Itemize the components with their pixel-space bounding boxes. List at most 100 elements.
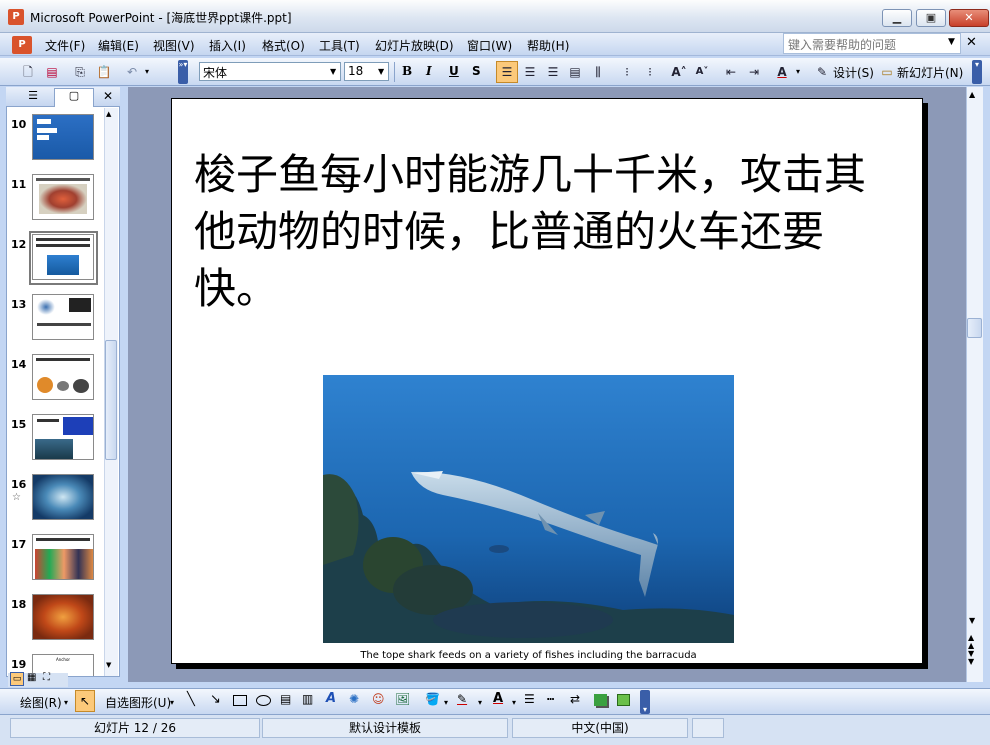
normal-view-icon[interactable]: ▭ [10,672,24,686]
slide-thumbnail-18[interactable] [32,594,94,640]
slide-canvas[interactable]: 梭子鱼每小时能游几十千米，攻击其他动物的时候，比普通的火车还要快。 The to… [171,98,923,664]
oval-icon[interactable] [256,695,271,706]
clipart-icon[interactable]: ☺ [372,692,385,706]
select-arrow-icon[interactable]: ↖ [75,690,95,712]
restore-button[interactable]: ▣ [916,9,946,27]
slide-sorter-icon[interactable]: ▦ [27,672,36,683]
fill-color-icon[interactable]: 🪣 [425,692,440,706]
slide-thumbnail-17[interactable] [32,534,94,580]
toolbar-overflow-icon[interactable]: »▾ [178,60,188,84]
menu-file[interactable]: 文件(F) [45,37,85,54]
numbering-icon[interactable]: ⁝ [619,64,635,80]
underline-button[interactable]: U [449,64,459,78]
slide-thumbnail-14[interactable] [32,354,94,400]
increase-indent-icon[interactable]: ⇥ [746,64,762,80]
autoshape-dropdown-icon[interactable]: ▾ [170,698,174,707]
thumbnails-scroll-thumb[interactable] [105,340,117,460]
design-button[interactable]: 设计(S) [833,64,874,81]
slide-thumbnail-10[interactable] [32,114,94,160]
toolbar-overflow-icon-2[interactable]: ▾ [972,60,982,84]
align-center-icon[interactable]: ☰ [522,64,538,80]
menu-edit[interactable]: 编辑(E) [98,37,139,54]
draw-menu-button[interactable]: 绘图(R) [20,694,62,711]
new-icon[interactable]: 🗋 [20,64,36,80]
menu-insert[interactable]: 插入(I) [209,37,246,54]
permission-icon[interactable]: ▤ [44,64,60,80]
line-color-dropdown-icon[interactable]: ▾ [478,698,482,707]
line-color-icon[interactable]: ✎ [457,692,467,706]
design-icon[interactable]: ✎ [814,64,830,80]
font-color-icon[interactable]: A [774,64,790,80]
scroll-up-icon[interactable]: ▲ [106,110,111,118]
new-slide-button[interactable]: 新幻灯片(N) [897,64,963,81]
menu-window[interactable]: 窗口(W) [467,37,512,54]
close-button[interactable]: ✕ [949,9,989,27]
help-search-input[interactable]: 键入需要帮助的问题 [783,33,961,54]
slide-scrollbar[interactable] [966,87,983,682]
diagram-icon[interactable]: ✺ [349,692,359,706]
font-name-select[interactable]: 宋体 [199,62,341,81]
decrease-font-icon[interactable]: A˅ [694,64,710,80]
bold-button[interactable]: B [402,64,412,78]
tab-slides[interactable]: ▢ [54,88,94,107]
slide-thumbnail-13[interactable] [32,294,94,340]
distribute-icon[interactable]: ⫼ [590,64,606,80]
drawbar-overflow-icon[interactable]: ▾ [640,690,650,714]
slide-scroll-thumb[interactable] [967,318,982,338]
size-dropdown-icon[interactable]: ▼ [378,67,384,76]
italic-button[interactable]: I [426,64,432,78]
scroll-down-icon[interactable]: ▼ [969,616,975,625]
scroll-up-icon[interactable]: ▲ [969,90,975,99]
panel-close-icon[interactable]: ✕ [103,89,113,103]
wordart-icon[interactable]: A [326,691,336,706]
font-color-draw-dropdown-icon[interactable]: ▾ [512,698,516,707]
3d-style-icon[interactable] [617,694,630,706]
textbox-icon[interactable]: ▤ [280,692,291,706]
increase-font-icon[interactable]: A˄ [671,64,687,80]
picture-icon[interactable]: 🖼 [395,692,410,706]
shadow-button[interactable]: S [472,64,481,78]
autoshape-button[interactable]: 自选图形(U) [105,694,171,711]
line-icon[interactable]: ╲ [187,692,195,707]
help-dropdown-icon[interactable]: ▼ [948,37,955,47]
barracuda-photo[interactable] [323,375,734,643]
menu-help[interactable]: 帮助(H) [527,37,569,54]
vertical-textbox-icon[interactable]: ▥ [302,692,313,706]
menu-view[interactable]: 视图(V) [153,37,195,54]
slide-thumbnail-15[interactable] [32,414,94,460]
arrow-icon[interactable]: ↘ [210,692,221,707]
slide-body-text[interactable]: 梭子鱼每小时能游几十千米，攻击其他动物的时候，比普通的火车还要快。 [194,146,894,317]
transition-star-icon[interactable]: ☆ [12,492,21,503]
fill-dropdown-icon[interactable]: ▾ [444,698,448,707]
new-slide-icon[interactable]: ▭ [879,64,895,80]
menu-tools[interactable]: 工具(T) [319,37,360,54]
paste-icon[interactable]: 📋 [96,64,112,80]
status-language[interactable]: 中文(中国) [512,718,688,738]
status-design-template[interactable]: 默认设计模板 [262,718,508,738]
previous-slide-icon[interactable]: ▲ ▲ [968,634,974,650]
font-color-icon-draw[interactable]: A [493,691,503,706]
rectangle-icon[interactable] [233,695,247,706]
decrease-indent-icon[interactable]: ⇤ [723,64,739,80]
draw-dropdown-icon[interactable]: ▾ [64,698,68,707]
arrow-style-icon[interactable]: ⇄ [570,692,580,706]
font-dropdown-icon[interactable]: ▼ [330,67,336,76]
line-style-icon[interactable]: ☰ [524,692,535,706]
dash-style-icon[interactable]: ┅ [547,692,554,706]
undo-icon[interactable]: ↶ [124,64,140,80]
document-close-icon[interactable]: ✕ [966,35,977,50]
menu-format[interactable]: 格式(O) [262,37,305,54]
align-right-icon[interactable]: ☰ [545,64,561,80]
bullets-icon[interactable]: ⁝ [642,64,658,80]
menu-slideshow[interactable]: 幻灯片放映(D) [375,37,454,54]
tab-outline[interactable]: ☰ [14,89,52,105]
slideshow-view-icon[interactable]: ⛶ [43,672,50,683]
slide-thumbnail-16[interactable] [32,474,94,520]
slide-thumbnail-11[interactable] [32,174,94,220]
shadow-style-icon[interactable] [594,694,607,706]
undo-dropdown-icon[interactable]: ▾ [145,67,149,76]
next-slide-icon[interactable]: ▼ ▼ [968,650,974,666]
slide-thumbnail-12[interactable] [32,234,94,280]
scroll-down-icon[interactable]: ▼ [106,661,111,669]
minimize-button[interactable]: ▁ [882,9,912,27]
